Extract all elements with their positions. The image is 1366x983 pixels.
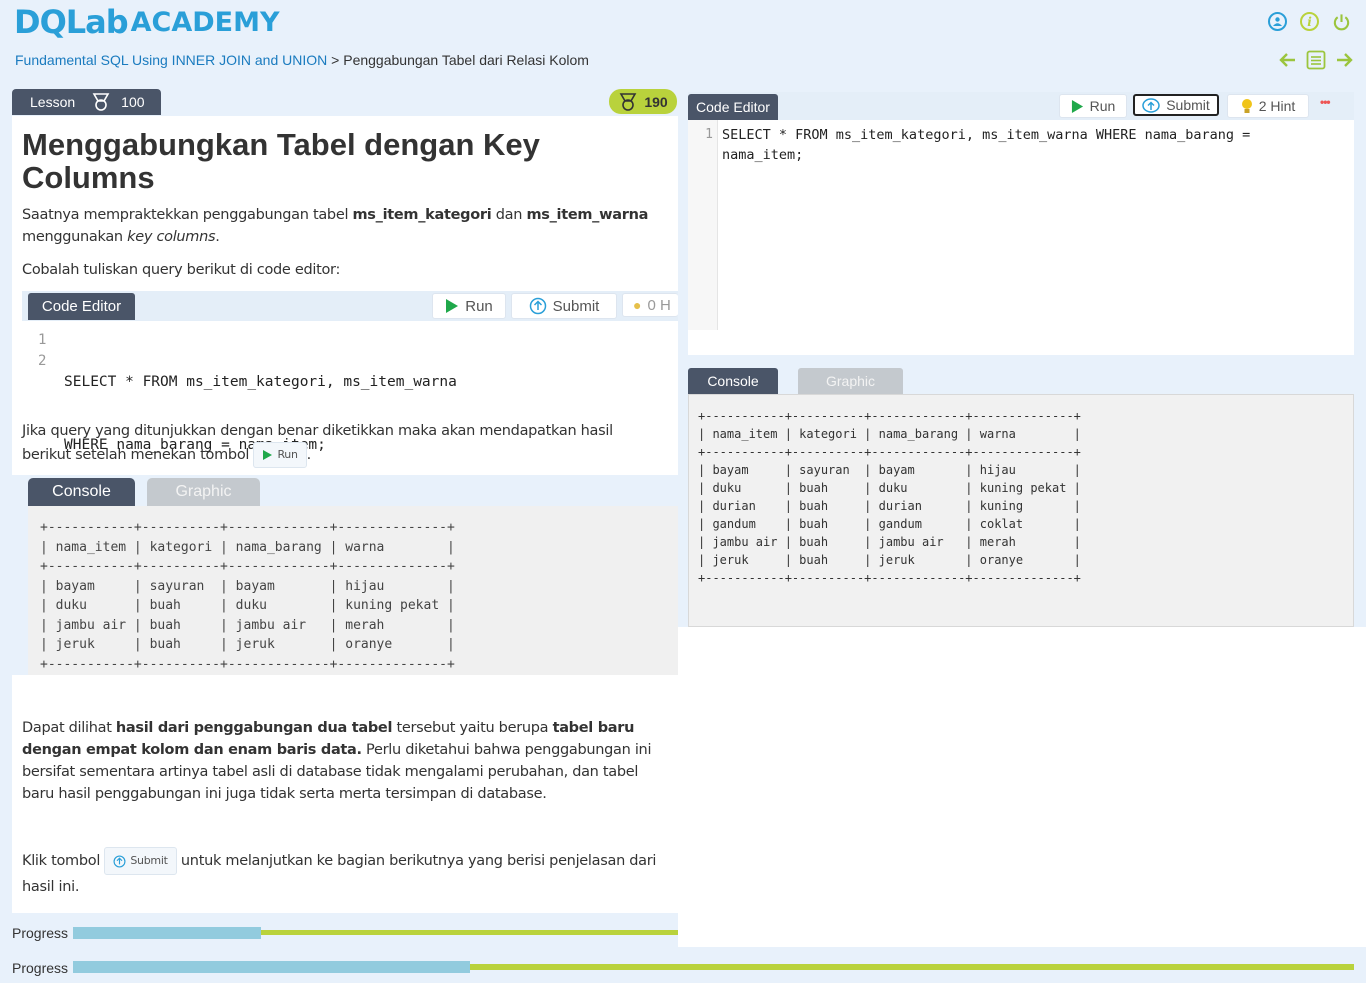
dqlab-logo[interactable]: DQLab ACADEMY: [14, 4, 280, 40]
breadcrumb-current: Penggabungan Tabel dari Relasi Kolom: [343, 52, 589, 68]
example-console: Console Graphic +-----------+----------+…: [12, 475, 678, 675]
list-icon[interactable]: [1306, 50, 1326, 76]
more-options-icon[interactable]: •••: [1320, 95, 1331, 109]
example-console-output: +-----------+----------+-------------+--…: [28, 506, 678, 675]
code-input[interactable]: SELECT * FROM ms_item_kategori, ms_item_…: [722, 125, 1250, 165]
progress-label: Progress: [12, 925, 69, 941]
console-panel: Console Graphic +-----------+----------+…: [688, 355, 1354, 627]
upload-icon: [1142, 97, 1160, 113]
lesson-paragraph-4: Dapat dilihat hasil dari penggabungan du…: [22, 720, 652, 802]
example-hint-button: ● 0 H: [622, 293, 678, 317]
progress-bar-fill: [73, 961, 471, 973]
breadcrumb-separator: >: [331, 52, 340, 68]
example-code-editor-tab: Code Editor: [28, 293, 135, 320]
prev-arrow-icon[interactable]: [1278, 50, 1298, 76]
progress-bar-remaining: [470, 964, 1354, 970]
code-editor-toolbar: Code Editor Run Submit 2 Hint •••: [688, 92, 1354, 120]
lesson-paragraph-5: Klik tombol Submit untuk melanjutkan ke …: [22, 847, 662, 899]
progress-bar: [73, 961, 1354, 973]
example-graphic-tab: Graphic: [147, 478, 260, 506]
next-arrow-icon[interactable]: [1334, 50, 1354, 76]
points-value: 190: [644, 93, 668, 110]
example-line-numbers: 1 2: [38, 332, 47, 369]
lesson-content: Menggabungkan Tabel dengan Key Columns S…: [12, 116, 678, 913]
submit-button[interactable]: Submit: [1133, 94, 1219, 116]
line-gutter: 1: [688, 120, 718, 330]
hint-button[interactable]: 2 Hint: [1227, 94, 1309, 118]
breadcrumb-course-link[interactable]: Fundamental SQL Using INNER JOIN and UNI…: [15, 52, 327, 68]
example-submit-button: Submit: [511, 293, 617, 319]
power-icon[interactable]: [1332, 12, 1351, 31]
breadcrumb: Fundamental SQL Using INNER JOIN and UNI…: [15, 52, 589, 68]
bulb-icon: [1241, 99, 1252, 113]
progress-bar-remaining: [260, 930, 678, 935]
lesson-title: Menggabungkan Tabel dengan Key Columns: [22, 127, 540, 195]
lesson-paragraph-1: Saatnya mempraktekkan penggabungan tabel…: [22, 207, 649, 245]
lesson-paragraph-3: Jika query yang ditunjukkan dengan benar…: [22, 420, 662, 468]
play-icon: [446, 299, 459, 313]
play-icon: [1071, 99, 1083, 113]
progress-label: Progress: [12, 960, 69, 976]
lesson-tab-points: 100: [121, 94, 145, 110]
inline-submit-button: Submit: [104, 847, 177, 875]
inline-run-button: Run: [253, 442, 307, 468]
upload-icon: [113, 855, 126, 867]
info-icon[interactable]: i: [1300, 12, 1319, 31]
lesson-tab[interactable]: Lesson 100: [12, 89, 161, 115]
bulb-icon: ●: [633, 297, 642, 313]
user-icon[interactable]: [1268, 12, 1287, 31]
play-icon: [263, 450, 273, 460]
code-editor-tab[interactable]: Code Editor: [688, 94, 778, 120]
medal-icon: [91, 92, 111, 112]
progress-bar: [73, 927, 678, 939]
code-editor-panel: Code Editor Run Submit 2 Hint ••• 1 SELE…: [688, 92, 1354, 355]
example-code-editor: Code Editor Run Submit ● 0 H 1 2 SELECT …: [22, 291, 678, 453]
logo-dqlab-text: DQLab: [14, 3, 129, 41]
line-number: 1: [705, 127, 713, 142]
upload-icon: [529, 297, 546, 315]
example-console-tab: Console: [28, 478, 135, 506]
console-output: +-----------+----------+-------------+--…: [688, 394, 1354, 627]
example-run-button: Run: [432, 293, 506, 319]
progress-bar-fill: [73, 927, 261, 939]
medal-icon: [618, 92, 638, 112]
console-tab[interactable]: Console: [688, 368, 778, 394]
points-badge: 190: [609, 89, 677, 114]
run-button[interactable]: Run: [1059, 94, 1127, 118]
lesson-tab-label: Lesson: [30, 94, 76, 110]
logo-academy-text: ACADEMY: [130, 7, 280, 38]
example-code: SELECT * FROM ms_item_kategori, ms_item_…: [64, 374, 457, 453]
example-code-area: 1 2 SELECT * FROM ms_item_kategori, ms_i…: [22, 321, 678, 453]
graphic-tab[interactable]: Graphic: [798, 368, 903, 394]
blank-area: [678, 627, 1366, 947]
lesson-paragraph-2: Cobalah tuliskan query berikut di code e…: [22, 262, 341, 278]
